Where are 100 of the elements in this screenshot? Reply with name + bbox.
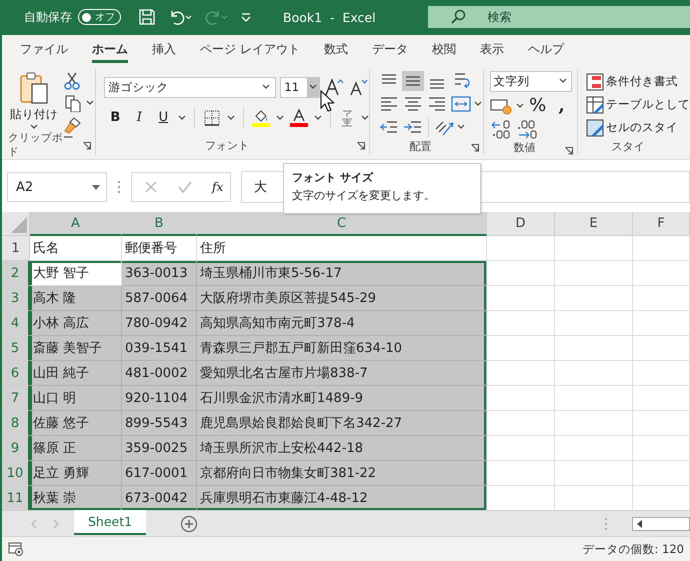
fill-color-icon[interactable] — [252, 108, 270, 127]
column-header[interactable]: B — [122, 212, 197, 236]
window-title: Book1 - Excel — [283, 10, 376, 25]
dropdown-icon — [92, 184, 100, 190]
row-header[interactable]: 3 — [2, 286, 30, 312]
ribbon-tab[interactable]: 表示 — [468, 36, 516, 63]
number-format-field[interactable]: 文字列 — [490, 70, 572, 92]
insert-function-button[interactable]: fx — [212, 180, 224, 194]
table-cell: 山田 純子 — [30, 361, 122, 386]
caret-icon[interactable] — [361, 114, 370, 121]
caret-icon[interactable] — [314, 114, 322, 121]
italic-button[interactable]: I — [130, 110, 148, 126]
empty-cell — [633, 261, 690, 286]
caret-icon[interactable] — [474, 100, 482, 107]
name-box[interactable]: A2 — [7, 172, 107, 202]
dropdown-button[interactable] — [307, 78, 320, 97]
dialog-launcher-icon[interactable] — [470, 144, 479, 152]
merge-center-icon[interactable] — [450, 94, 472, 114]
caret-icon[interactable] — [227, 114, 236, 121]
percent-button[interactable]: % — [528, 96, 548, 116]
caret-icon[interactable] — [262, 84, 270, 90]
currency-icon[interactable] — [490, 96, 512, 115]
table-cell: 899-5543 — [122, 411, 197, 436]
conditional-format-button[interactable]: 条件付き書式 — [586, 72, 690, 91]
ribbon-tab[interactable]: 校閲 — [420, 36, 468, 63]
search-field[interactable]: 検索 — [428, 6, 690, 28]
comma-button[interactable]: , — [552, 96, 572, 116]
row-header[interactable]: 9 — [2, 436, 30, 462]
scissors-icon[interactable] — [64, 72, 80, 90]
dialog-launcher-icon[interactable] — [357, 142, 366, 150]
ribbon-tab[interactable]: 数式 — [312, 36, 360, 63]
font-color-icon[interactable] — [290, 108, 308, 127]
ribbon-tab[interactable]: ヘルプ — [516, 36, 576, 63]
tooltip-title: フォント サイズ — [292, 170, 374, 185]
autosave-toggle[interactable]: オフ — [78, 9, 121, 26]
more-icon[interactable] — [117, 180, 121, 194]
row-header[interactable]: 2 — [2, 261, 30, 286]
scroll-left-icon[interactable] — [637, 520, 643, 528]
row-header[interactable]: 11 — [2, 486, 30, 510]
macro-record-icon[interactable] — [8, 542, 24, 556]
caret-icon[interactable] — [30, 124, 38, 130]
customize-icon[interactable] — [240, 11, 252, 24]
save-icon[interactable] — [138, 8, 156, 26]
row-header[interactable]: 5 — [2, 336, 30, 362]
caret-icon[interactable] — [178, 114, 186, 121]
enter-icon — [178, 180, 192, 194]
cancel-icon — [144, 180, 158, 194]
table-cell: 山口 明 — [30, 386, 122, 412]
ribbon-tab[interactable]: ページ レイアウト — [188, 36, 312, 63]
caret-icon[interactable] — [457, 124, 466, 130]
horizontal-scrollbar[interactable] — [632, 516, 690, 531]
font-name-field[interactable]: 游ゴシック — [104, 76, 276, 98]
grow-font-icon[interactable] — [324, 77, 344, 98]
table-cell: 石川県金沢市清水町1489-9 — [197, 386, 487, 412]
empty-cell — [633, 286, 690, 312]
row-header[interactable]: 8 — [2, 411, 30, 436]
ribbon-tab[interactable]: 挿入 — [140, 36, 188, 63]
caret-icon[interactable] — [516, 102, 524, 109]
ribbon-tab[interactable]: ホーム — [80, 36, 140, 63]
dialog-launcher-icon[interactable] — [565, 146, 573, 155]
row-header[interactable]: 6 — [2, 361, 30, 386]
column-header[interactable]: F — [633, 212, 690, 236]
ribbon-tab[interactable]: データ — [360, 36, 420, 63]
row-header[interactable]: 7 — [2, 386, 30, 412]
copy-icon[interactable] — [64, 94, 82, 112]
decrease-decimal-icon[interactable] — [516, 120, 538, 140]
table-cell: 愛知県北名古屋市片場838-7 — [197, 361, 487, 386]
caret-icon[interactable] — [276, 114, 284, 121]
cursor-icon — [320, 90, 334, 112]
paste-button[interactable]: 貼り付け — [10, 70, 58, 130]
borders-icon[interactable] — [203, 108, 222, 127]
table-cell: 大野 智子 — [30, 261, 122, 286]
ribbon-tab[interactable]: ファイル — [8, 36, 80, 63]
format-as-table-button[interactable]: テーブルとして — [586, 96, 690, 114]
caret-icon[interactable] — [558, 78, 567, 84]
row-header[interactable]: 1 — [2, 236, 30, 262]
caret-icon[interactable] — [86, 100, 94, 106]
empty-cell — [633, 311, 690, 336]
cell-styles-button[interactable]: セルのスタイ — [586, 118, 690, 137]
table-cell: 足立 勇輝 — [30, 461, 122, 486]
font-size-field[interactable]: 11 — [280, 76, 320, 98]
shrink-font-icon[interactable] — [348, 77, 368, 98]
table-cell: 小林 高広 — [30, 311, 122, 336]
row-header[interactable]: 4 — [2, 311, 30, 336]
row-header[interactable]: 10 — [2, 461, 30, 486]
increase-decimal-icon[interactable] — [490, 120, 512, 140]
column-header[interactable]: E — [555, 212, 633, 236]
bold-button[interactable]: B — [106, 110, 124, 126]
table-cell: 617-0001 — [122, 461, 197, 486]
redo-icon — [204, 8, 228, 26]
dialog-launcher-icon[interactable] — [83, 142, 92, 150]
align-middle-icon[interactable] — [402, 70, 424, 91]
underline-button[interactable]: U — [154, 110, 172, 126]
brush-icon[interactable] — [64, 116, 82, 134]
add-sheet-icon[interactable] — [180, 514, 198, 533]
sheet-tab[interactable]: Sheet1 — [74, 510, 146, 536]
table-cell: 兵庫県明石市東藤江4-48-12 — [197, 486, 487, 510]
column-header[interactable]: C — [197, 212, 487, 236]
column-header[interactable]: A — [30, 212, 122, 236]
column-header[interactable]: D — [487, 212, 555, 236]
